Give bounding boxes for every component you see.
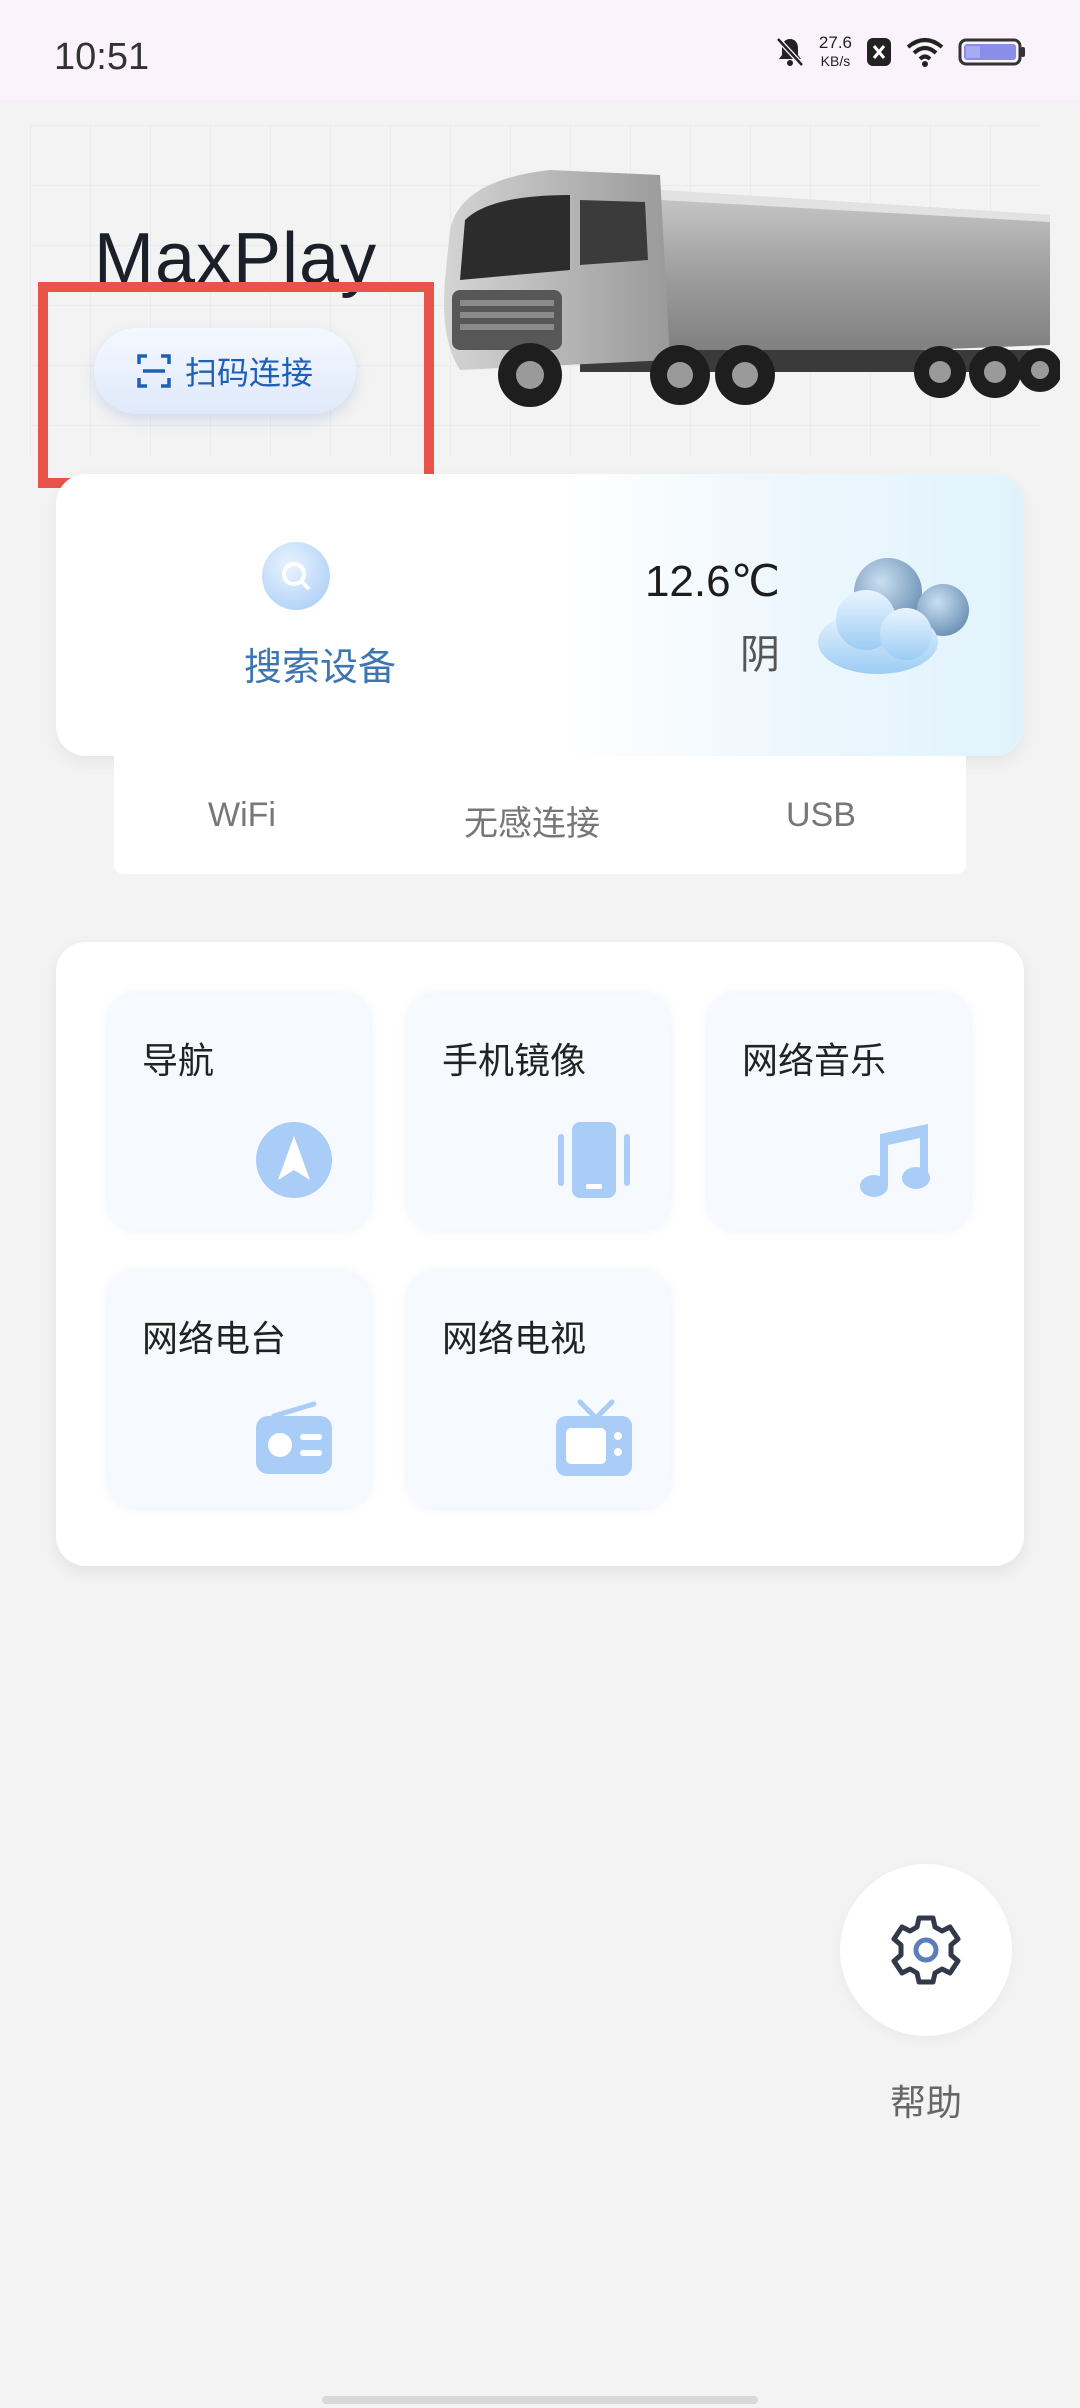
search-icon bbox=[282, 562, 311, 591]
temperature-value: 12.6℃ bbox=[644, 557, 780, 606]
tab-wifi[interactable]: WiFi bbox=[208, 796, 276, 835]
feature-label: 网络音乐 bbox=[742, 1041, 887, 1082]
net-speed-value: 27.6 bbox=[818, 33, 852, 52]
feature-online-radio[interactable]: 网络电台 bbox=[108, 1272, 370, 1508]
bell-off-icon bbox=[776, 37, 804, 67]
status-bar: 10:51 27.6 KB/s bbox=[0, 0, 1080, 100]
tab-seamless-connect[interactable]: 无感连接 bbox=[464, 796, 600, 845]
weather-condition: 阴 bbox=[740, 632, 780, 678]
phone-mirror-icon bbox=[558, 1122, 630, 1198]
navigation-icon bbox=[256, 1122, 332, 1198]
feature-online-tv[interactable]: 网络电视 bbox=[408, 1272, 670, 1508]
gear-icon bbox=[891, 1915, 961, 1985]
home-indicator[interactable] bbox=[322, 2396, 758, 2404]
net-speed-unit: KB/s bbox=[820, 53, 851, 69]
highlight-box bbox=[38, 282, 434, 488]
feature-label: 网络电视 bbox=[442, 1319, 587, 1360]
network-speed: 27.6 KB/s bbox=[819, 33, 852, 71]
feature-online-music[interactable]: 网络音乐 bbox=[708, 994, 970, 1230]
connection-mode-tabs: WiFi 无感连接 USB bbox=[114, 756, 966, 874]
feature-phone-mirroring[interactable]: 手机镜像 bbox=[408, 994, 670, 1230]
search-device-button[interactable] bbox=[262, 542, 330, 610]
close-badge-icon bbox=[867, 38, 891, 66]
truck-illustration bbox=[444, 170, 1060, 407]
feature-label: 网络电台 bbox=[142, 1319, 287, 1360]
features-card: 导航 手机镜像 网络音乐 网络电台 网络电视 bbox=[56, 942, 1024, 1566]
status-icons: 27.6 KB/s bbox=[775, 30, 1026, 74]
wifi-icon bbox=[906, 38, 944, 67]
battery-icon bbox=[958, 38, 1025, 66]
feature-label: 手机镜像 bbox=[442, 1041, 587, 1082]
status-time: 10:51 bbox=[54, 36, 150, 78]
device-weather-card: 搜索设备 12.6℃ 阴 bbox=[56, 474, 1024, 756]
music-note-icon bbox=[860, 1124, 930, 1197]
feature-label: 导航 bbox=[142, 1041, 215, 1082]
help-button[interactable] bbox=[840, 1864, 1012, 2036]
help-label[interactable]: 帮助 bbox=[840, 2074, 1012, 2126]
radio-icon bbox=[256, 1401, 332, 1474]
tv-icon bbox=[556, 1399, 632, 1476]
search-device-label[interactable]: 搜索设备 bbox=[220, 636, 420, 691]
feature-navigation[interactable]: 导航 bbox=[108, 994, 370, 1230]
tab-usb[interactable]: USB bbox=[786, 796, 856, 835]
cloudy-weather-icon bbox=[818, 558, 969, 674]
